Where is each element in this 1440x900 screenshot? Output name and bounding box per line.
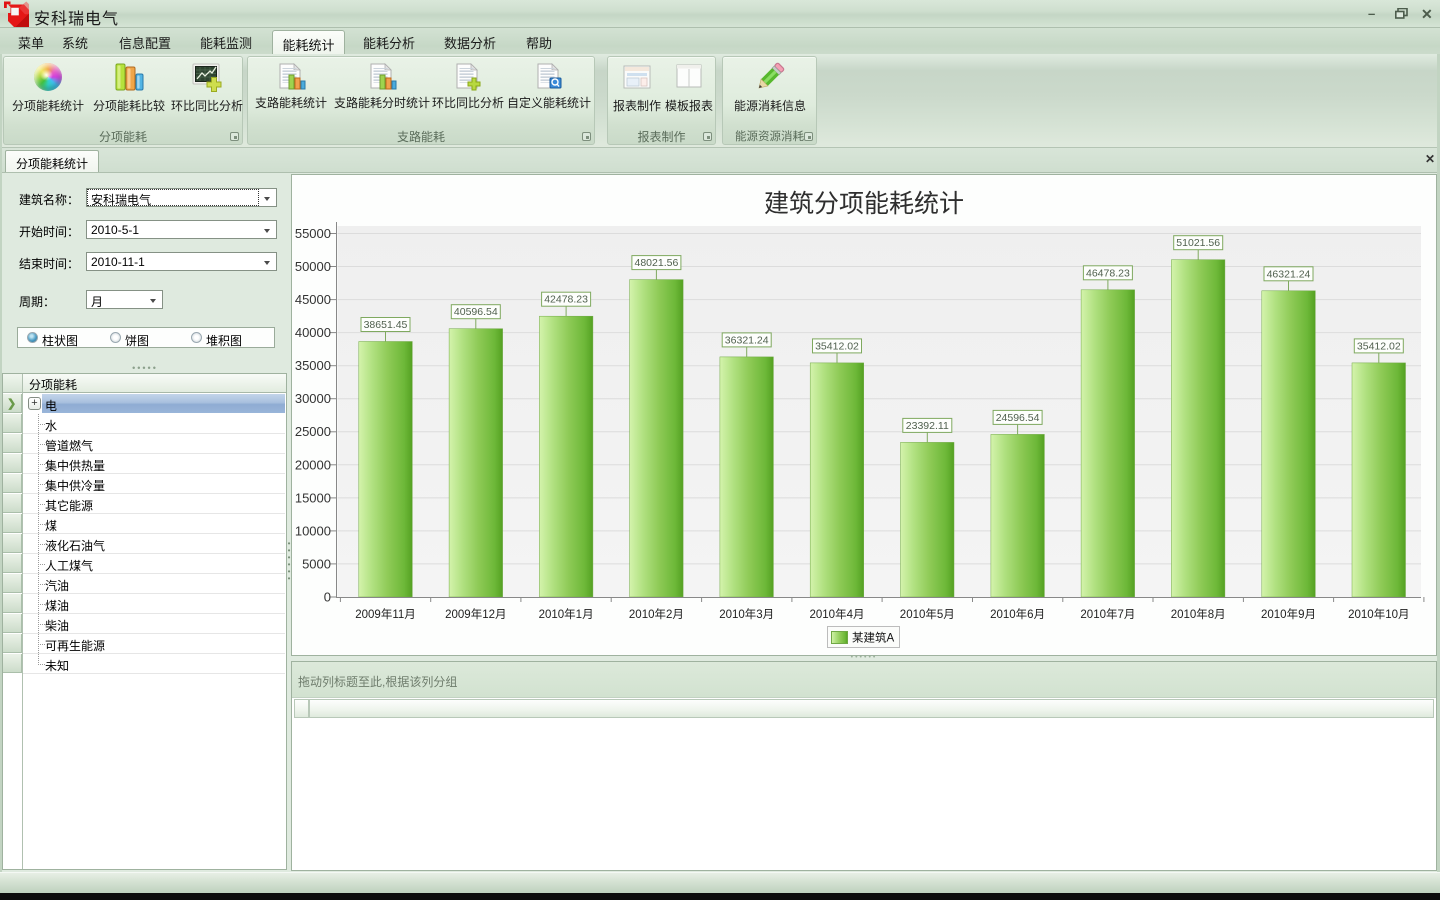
svg-text:23392.11: 23392.11 <box>906 420 949 432</box>
svg-text:某建筑A: 某建筑A <box>852 631 894 645</box>
svg-text:2010年2月: 2010年2月 <box>629 607 684 621</box>
svg-text:35000: 35000 <box>295 358 331 373</box>
svg-text:5000: 5000 <box>302 556 331 571</box>
svg-text:2010年5月: 2010年5月 <box>900 607 955 621</box>
svg-text:55000: 55000 <box>295 226 331 241</box>
svg-text:36321.24: 36321.24 <box>725 334 769 346</box>
svg-text:2010年7月: 2010年7月 <box>1080 607 1135 621</box>
svg-text:51021.56: 51021.56 <box>1176 237 1220 249</box>
svg-text:38651.45: 38651.45 <box>364 319 408 331</box>
svg-text:2010年3月: 2010年3月 <box>719 607 774 621</box>
svg-text:2010年8月: 2010年8月 <box>1171 607 1226 621</box>
svg-text:42478.23: 42478.23 <box>544 294 588 306</box>
svg-text:2010年4月: 2010年4月 <box>810 607 865 621</box>
svg-text:10000: 10000 <box>295 523 331 538</box>
svg-text:30000: 30000 <box>295 391 331 406</box>
svg-text:15000: 15000 <box>295 490 331 505</box>
svg-text:25000: 25000 <box>295 424 331 439</box>
svg-text:0: 0 <box>324 590 331 605</box>
svg-text:46478.23: 46478.23 <box>1086 267 1130 279</box>
svg-text:35412.02: 35412.02 <box>815 340 859 352</box>
svg-text:2010年9月: 2010年9月 <box>1261 607 1316 621</box>
svg-text:2009年11月: 2009年11月 <box>355 607 416 621</box>
svg-text:50000: 50000 <box>295 259 331 274</box>
svg-text:2010年10月: 2010年10月 <box>1348 607 1409 621</box>
svg-text:46321.24: 46321.24 <box>1267 268 1311 280</box>
svg-text:40000: 40000 <box>295 325 331 340</box>
svg-text:2009年12月: 2009年12月 <box>445 607 506 621</box>
svg-text:45000: 45000 <box>295 292 331 307</box>
svg-text:24596.54: 24596.54 <box>996 412 1040 424</box>
svg-text:40596.54: 40596.54 <box>454 306 498 318</box>
svg-text:35412.02: 35412.02 <box>1357 340 1401 352</box>
svg-text:20000: 20000 <box>295 457 331 472</box>
svg-text:48021.56: 48021.56 <box>635 257 679 269</box>
svg-text:2010年1月: 2010年1月 <box>539 607 594 621</box>
svg-text:2010年6月: 2010年6月 <box>990 607 1045 621</box>
